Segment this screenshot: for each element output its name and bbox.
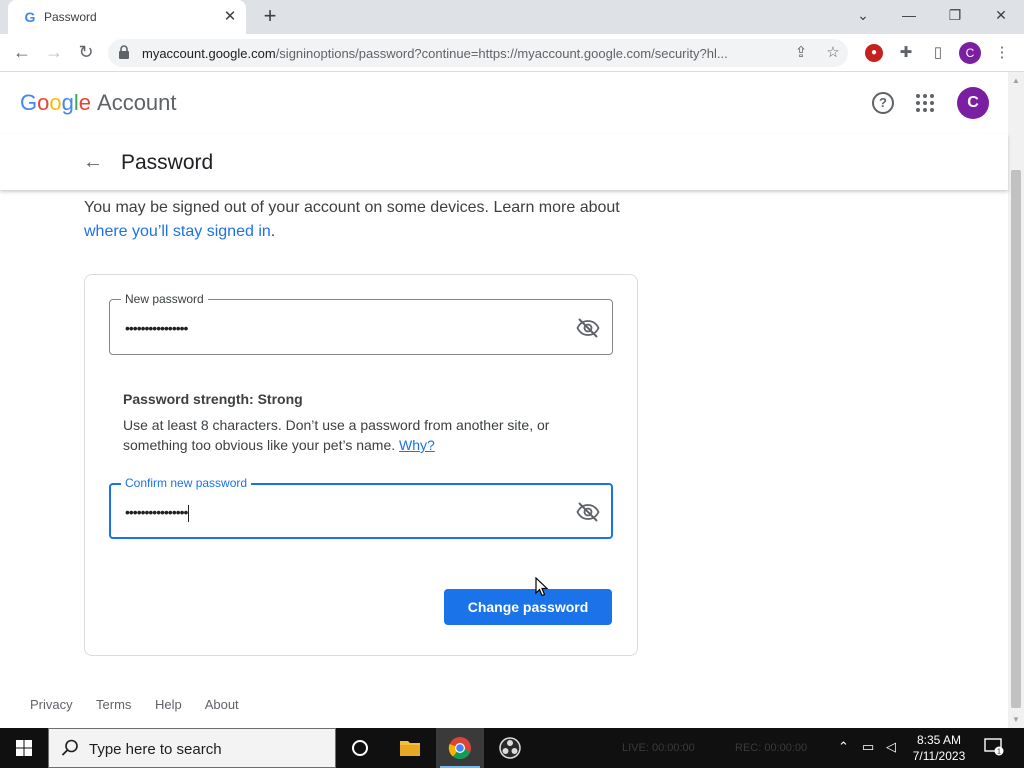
confirm-password-field[interactable]: Confirm new password •••••••••••••••• [109, 476, 613, 539]
why-link[interactable]: Why? [399, 437, 435, 453]
share-icon[interactable]: ⇪ [792, 44, 810, 62]
taskbar-search-box[interactable]: Type here to search [48, 728, 336, 768]
url-text: myaccount.google.com/signinoptions/passw… [142, 46, 728, 61]
notification-count: 1 [997, 749, 1001, 756]
system-clock[interactable]: 8:35 AM 7/11/2023 [906, 732, 972, 764]
tab-password[interactable]: G Password ✕ [8, 0, 246, 34]
tab-strip: G Password ✕ + ⌄ — ❐ ✕ [0, 0, 1024, 34]
footer-terms-link[interactable]: Terms [96, 697, 131, 712]
reload-button[interactable]: ↻ [74, 41, 98, 65]
cortana-icon[interactable] [336, 728, 384, 768]
close-window-button[interactable]: ✕ [978, 0, 1024, 34]
page-title: Password [121, 151, 214, 174]
scrollbar-thumb[interactable] [1011, 170, 1021, 708]
chrome-taskbar-button[interactable] [436, 728, 484, 768]
footer-privacy-link[interactable]: Privacy [30, 697, 73, 712]
tab-search-chevron-icon[interactable]: ⌄ [840, 0, 886, 34]
confirm-password-value: •••••••••••••••• [125, 504, 190, 522]
profile-avatar[interactable]: C [959, 42, 981, 64]
lock-icon [119, 45, 129, 59]
stay-signed-in-link[interactable]: where you’ll stay signed in [84, 223, 271, 240]
network-icon[interactable]: ▭ [862, 739, 874, 755]
signout-notice: You may be signed out of your account on… [84, 199, 620, 240]
show-hidden-icons-chevron-icon[interactable]: ⌃ [838, 739, 849, 755]
new-password-field[interactable]: New password •••••••••••••••• [109, 292, 613, 355]
side-panel-icon[interactable]: ▯ [928, 43, 948, 63]
google-account-logo[interactable]: Google Account [20, 90, 177, 116]
new-password-value: •••••••••••••••• [125, 320, 188, 336]
obs-studio-icon[interactable] [486, 728, 534, 768]
forward-button[interactable]: → [42, 41, 66, 65]
chrome-icon [448, 737, 471, 760]
bookmark-star-icon[interactable]: ☆ [824, 44, 842, 62]
back-arrow-icon[interactable]: ← [82, 152, 104, 174]
notifications-icon[interactable]: 1 [984, 738, 1004, 756]
new-tab-button[interactable]: + [258, 5, 282, 29]
windows-taskbar: Type here to search LIVE: 00:00:00 REC: … [0, 728, 1024, 768]
volume-muted-icon[interactable]: ◁ [886, 739, 896, 755]
tab-title: Password [44, 10, 97, 24]
new-password-label: New password [121, 292, 208, 306]
password-strength-description: Use at least 8 characters. Don’t use a p… [123, 417, 550, 453]
clock-time: 8:35 AM [916, 733, 962, 747]
search-placeholder: Type here to search [89, 741, 222, 758]
browser-toolbar: ← → ↻ myaccount.google.com/signinoptions… [0, 34, 1024, 72]
scroll-up-arrow-icon[interactable]: ▲ [1012, 76, 1020, 85]
back-button[interactable]: ← [10, 41, 34, 65]
password-strength-title: Password strength: Strong [123, 391, 303, 407]
page-scrollbar[interactable]: ▲ ▼ [1008, 72, 1024, 728]
restore-button[interactable]: ❐ [932, 0, 978, 34]
search-icon [61, 739, 78, 756]
file-explorer-icon[interactable] [386, 728, 434, 768]
footer-help-link[interactable]: Help [155, 697, 182, 712]
obs-live-status: LIVE: 00:00:00 [622, 742, 695, 754]
minimize-button[interactable]: — [886, 0, 932, 34]
text-caret [188, 504, 190, 522]
extensions-puzzle-icon[interactable]: ✚ [896, 43, 916, 63]
google-apps-icon[interactable] [916, 94, 934, 112]
google-account-header: Google Account [0, 72, 1008, 134]
clock-date: 7/11/2023 [912, 749, 966, 763]
hide-password-eye-icon[interactable] [576, 500, 600, 524]
tab-close-icon[interactable]: ✕ [222, 9, 238, 25]
obs-rec-status: REC: 00:00:00 [735, 742, 808, 754]
scroll-down-arrow-icon[interactable]: ▼ [1012, 715, 1020, 724]
account-avatar[interactable]: C [957, 87, 989, 119]
footer-about-link[interactable]: About [205, 697, 239, 712]
help-icon[interactable]: ? [872, 92, 894, 114]
page-subheader: ← Password [0, 134, 1008, 190]
address-bar[interactable]: myaccount.google.com/signinoptions/passw… [108, 39, 848, 67]
page-footer: Privacy Terms Help About [30, 697, 259, 712]
change-password-button[interactable]: Change password [444, 589, 612, 625]
mouse-cursor-icon [535, 577, 549, 597]
google-favicon-icon: G [24, 9, 36, 25]
confirm-password-label: Confirm new password [121, 476, 252, 490]
extension-icon[interactable]: ● [865, 44, 883, 62]
menu-kebab-icon[interactable]: ⋮ [992, 43, 1012, 63]
hide-password-eye-icon[interactable] [576, 316, 600, 340]
windows-start-icon[interactable] [0, 728, 48, 768]
password-card: New password •••••••••••••••• Password s… [84, 274, 638, 656]
